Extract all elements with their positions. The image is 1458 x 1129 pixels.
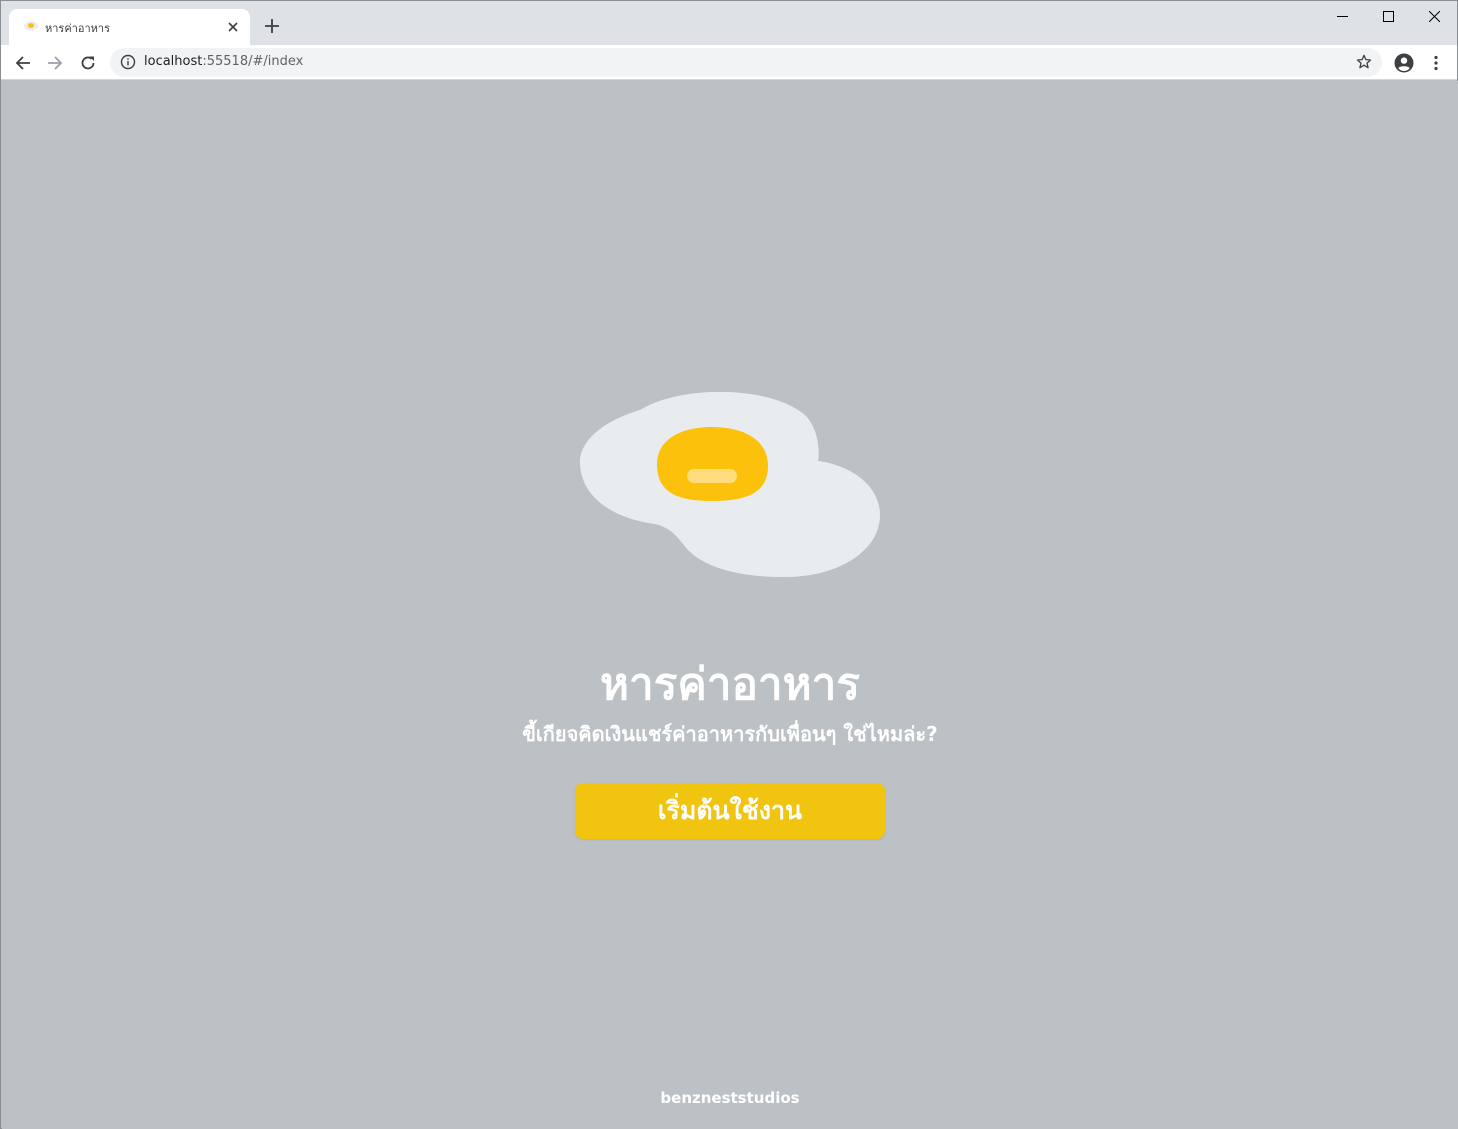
url-host: localhost	[144, 54, 203, 69]
arrow-left-icon	[15, 56, 30, 70]
account-circle-icon	[1394, 53, 1414, 73]
minimize-icon	[1336, 15, 1348, 17]
fried-egg-logo	[580, 391, 880, 577]
close-window-button[interactable]	[1411, 1, 1457, 31]
tab-close-icon[interactable]	[224, 18, 242, 36]
page-content: หารค่าอาหาร ขี้เกียจคิดเงินแชร์ค่าอาหารก…	[2, 81, 1458, 1129]
url-path: :55518/#/index	[202, 54, 304, 69]
reload-button[interactable]	[74, 49, 102, 77]
info-icon[interactable]	[120, 54, 136, 70]
browser-tab[interactable]: หารค่าอาหาร	[9, 9, 250, 45]
browser-window: หารค่าอาหาร localhost:55518/#/index หารค…	[0, 0, 1458, 1129]
menu-button[interactable]	[1422, 49, 1450, 77]
forward-button[interactable]	[41, 49, 69, 77]
star-icon[interactable]	[1356, 54, 1372, 70]
maximize-icon	[1382, 10, 1394, 22]
address-bar[interactable]: localhost:55518/#/index	[110, 48, 1382, 77]
more-vert-icon	[1434, 55, 1438, 71]
page-subtitle: ขี้เกียจคิดเงินแชร์ค่าอาหารกับเพื่อนๆ ใช…	[522, 722, 938, 746]
plus-icon	[265, 19, 279, 33]
page-title: หารค่าอาหาร	[600, 659, 860, 710]
arrow-right-icon	[48, 56, 63, 70]
minimize-button[interactable]	[1319, 1, 1365, 31]
back-button[interactable]	[9, 49, 37, 77]
tab-strip: หารค่าอาหาร	[1, 1, 1457, 45]
maximize-button[interactable]	[1365, 1, 1411, 31]
browser-toolbar: localhost:55518/#/index	[1, 45, 1457, 80]
close-icon	[1428, 10, 1440, 22]
reload-icon	[81, 56, 95, 70]
start-button[interactable]: เริ่มต้นใช้งาน	[575, 783, 885, 839]
url-text[interactable]: localhost:55518/#/index	[144, 54, 303, 69]
egg-icon	[24, 21, 38, 31]
footer-brand: benzneststudios	[660, 1089, 800, 1107]
profile-button[interactable]	[1390, 49, 1418, 77]
tab-title: หารค่าอาหาร	[45, 22, 110, 35]
new-tab-button[interactable]	[260, 14, 284, 38]
